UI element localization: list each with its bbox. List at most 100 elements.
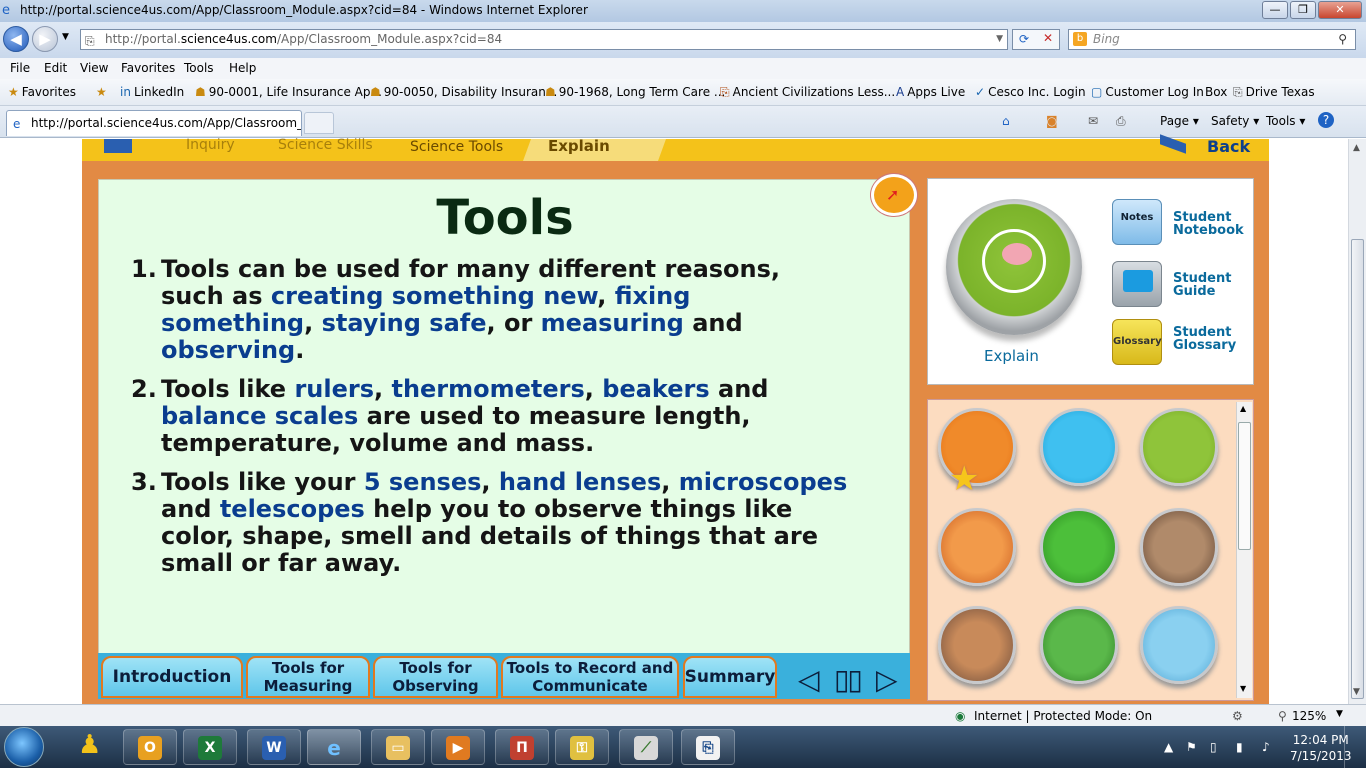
menu-edit[interactable]: Edit <box>44 61 67 75</box>
plant-face-icon[interactable] <box>1040 408 1118 486</box>
taskbar-app-4[interactable]: ⎘ <box>681 729 735 765</box>
pause-icon[interactable]: ▯▯ <box>834 663 863 696</box>
keyword-link[interactable]: telescopes <box>220 495 365 523</box>
print-icon[interactable]: ⎙ <box>1116 114 1126 129</box>
keyword-link[interactable]: staying safe <box>322 309 487 337</box>
help-icon[interactable]: ? <box>1318 112 1334 128</box>
tab-current[interactable]: e http://portal.science4us.com/App/Class… <box>6 110 302 136</box>
brain-face-icon[interactable] <box>1140 408 1218 486</box>
keyword-link[interactable]: microscopes <box>679 468 848 496</box>
fav-long-term-care[interactable]: ☗ 90-1968, Long Term Care ... <box>545 85 725 99</box>
fav-box[interactable]: Box <box>1205 85 1227 99</box>
fav-apps-live[interactable]: A Apps Live <box>896 85 965 99</box>
glossary-book-icon[interactable]: Glossary <box>1112 319 1162 365</box>
crumb-explain[interactable]: Explain <box>548 137 610 155</box>
refresh-icon[interactable]: ⟳ <box>1019 32 1029 46</box>
keyword-link[interactable]: balance scales <box>161 402 358 430</box>
taskbar-app-3[interactable]: ⟋ <box>619 729 673 765</box>
scroll-thumb[interactable] <box>1351 239 1364 699</box>
student-guide-link[interactable]: Student Guide <box>1173 272 1233 298</box>
taskbar-app-2[interactable]: ⚿ <box>555 729 609 765</box>
girl-character-icon[interactable] <box>1040 508 1118 586</box>
boy-character-icon[interactable] <box>1140 508 1218 586</box>
home-icon[interactable]: ⌂ <box>1002 114 1010 128</box>
keyword-link[interactable]: measuring <box>541 309 684 337</box>
zoom-level[interactable]: 125% <box>1292 709 1326 723</box>
tab-summary[interactable]: Summary <box>683 656 777 698</box>
music-art-icon[interactable] <box>938 508 1016 586</box>
back-button[interactable]: Back <box>1207 137 1250 156</box>
mail-icon[interactable]: ✉ <box>1088 114 1098 128</box>
maximize-button[interactable]: ❐ <box>1290 1 1316 19</box>
history-dropdown-icon[interactable]: ▼ <box>62 32 69 42</box>
fav-drive-texas[interactable]: ⎘ Drive Texas <box>1233 85 1315 100</box>
back-nav-button[interactable]: ◀ <box>3 26 29 52</box>
add-favorite-icon[interactable]: ★ <box>96 85 107 99</box>
fav-disability[interactable]: ☗ 90-0050, Disability Insuran... <box>370 85 557 99</box>
tray-volume-icon[interactable]: ♪ <box>1262 740 1270 754</box>
molecule-icon[interactable] <box>1140 606 1218 684</box>
scroll-down-icon[interactable]: ▼ <box>1353 687 1360 697</box>
crumb-science-skills[interactable]: Science Skills <box>278 137 373 153</box>
show-desktop-button[interactable] <box>1344 726 1366 768</box>
security-zone[interactable]: Internet | Protected Mode: On <box>974 709 1152 723</box>
taskbar-word[interactable]: W <box>247 729 301 765</box>
taskbar-excel[interactable]: X <box>183 729 237 765</box>
minimize-button[interactable]: — <box>1262 1 1288 19</box>
tab-tools-to-record[interactable]: Tools to Record and Communicate <box>501 656 679 698</box>
taskbar-media[interactable]: ▶ <box>431 729 485 765</box>
menu-view[interactable]: View <box>80 61 108 75</box>
search-icon[interactable]: ⚲ <box>1338 30 1347 49</box>
tab-introduction[interactable]: Introduction <box>101 656 243 698</box>
zoom-dropdown-icon[interactable]: ▼ <box>1336 709 1343 719</box>
taskbar-explorer[interactable]: ▭ <box>371 729 425 765</box>
previous-icon[interactable]: ◁ <box>798 663 820 696</box>
page-scrollbar[interactable]: ▲ ▼ <box>1348 139 1366 704</box>
page-menu[interactable]: Page ▾ <box>1160 114 1199 128</box>
tray-device-icon[interactable]: ▯ <box>1210 740 1217 754</box>
crumb-inquiry[interactable]: Inquiry <box>186 137 235 153</box>
address-bar[interactable]: ⎘ http://portal.science4us.com/App/Class… <box>80 29 1008 50</box>
menu-help[interactable]: Help <box>229 61 256 75</box>
taskbar-outlook[interactable]: O <box>123 729 177 765</box>
grid-scroll-down-icon[interactable]: ▼ <box>1240 684 1246 693</box>
grid-scroll-thumb[interactable] <box>1238 422 1251 550</box>
video-guide-icon[interactable] <box>1112 261 1162 307</box>
keyword-link[interactable]: beakers <box>602 375 709 403</box>
gears-face-icon[interactable]: ★ <box>938 408 1016 499</box>
stop-icon[interactable]: ✕ <box>1043 31 1053 45</box>
fav-ancient-civilizations[interactable]: ⎘ Ancient Civilizations Less... <box>720 85 895 100</box>
tray-network-icon[interactable]: ▮ <box>1236 740 1243 754</box>
keyword-link[interactable]: hand lenses <box>499 468 661 496</box>
search-input[interactable]: b Bing ⚲ <box>1068 29 1356 50</box>
fav-linkedin[interactable]: in LinkedIn <box>120 85 184 99</box>
home-nav-icon[interactable] <box>104 139 132 153</box>
scroll-up-icon[interactable]: ▲ <box>1353 143 1360 153</box>
student-notebook-link[interactable]: Student Notebook <box>1173 211 1253 237</box>
favorites-button[interactable]: ★ Favorites <box>8 85 76 99</box>
address-dropdown-icon[interactable]: ▼ <box>996 30 1003 49</box>
system-clock[interactable]: 12:04 PM 7/15/2013 <box>1290 732 1352 764</box>
fav-customer-login[interactable]: ▢ Customer Log In <box>1091 85 1204 99</box>
protected-mode-icon[interactable]: ⚙ <box>1232 709 1243 723</box>
menu-file[interactable]: File <box>10 61 30 75</box>
keyword-link[interactable]: rulers <box>294 375 374 403</box>
taskbar-app-1[interactable]: Π <box>495 729 549 765</box>
fav-life-insurance[interactable]: ☗ 90-0001, Life Insurance Ap... <box>195 85 382 99</box>
keyword-link[interactable]: observing <box>161 336 295 364</box>
tray-expand-icon[interactable]: ▲ <box>1164 740 1173 754</box>
explain-brain-icon[interactable] <box>946 199 1082 335</box>
notebook-icon[interactable]: Notes <box>1112 199 1162 245</box>
taskbar-ie[interactable]: e <box>307 729 361 765</box>
forward-nav-button[interactable]: ▶ <box>32 26 58 52</box>
tools-menu[interactable]: Tools ▾ <box>1266 114 1305 128</box>
menu-favorites[interactable]: Favorites <box>121 61 175 75</box>
tray-flag-icon[interactable]: ⚑ <box>1186 740 1197 754</box>
tab-tools-for-observing[interactable]: Tools for Observing <box>373 656 498 698</box>
tab-tools-for-measuring[interactable]: Tools for Measuring <box>246 656 370 698</box>
student-glossary-link[interactable]: Student Glossary <box>1173 326 1243 352</box>
grid-scroll-up-icon[interactable]: ▲ <box>1240 404 1246 413</box>
start-button[interactable] <box>4 727 44 767</box>
fav-cesco[interactable]: ✓ Cesco Inc. Login <box>975 85 1086 99</box>
menu-tools[interactable]: Tools <box>184 61 214 75</box>
